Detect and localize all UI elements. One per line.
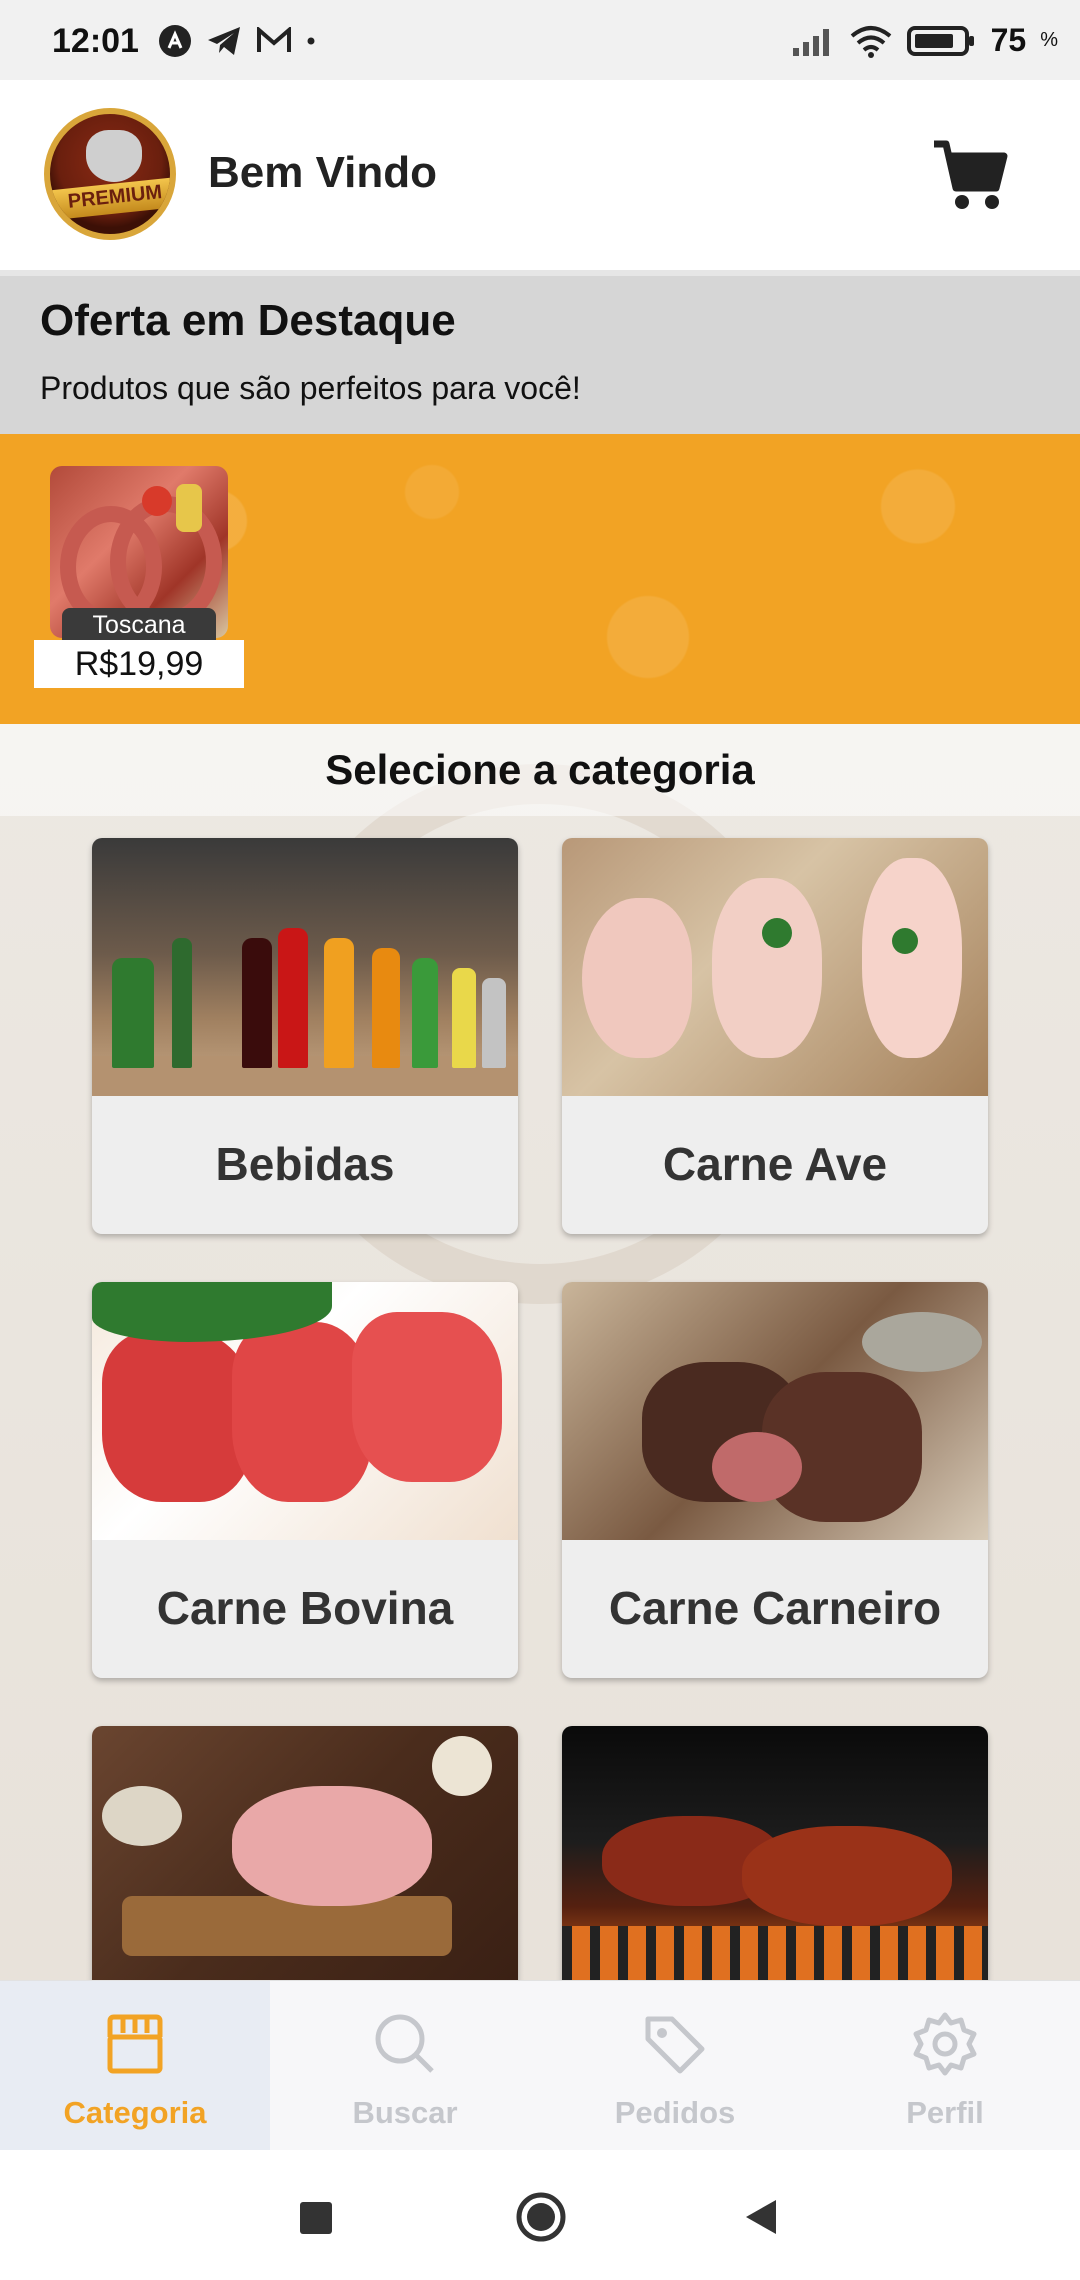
signal-icon [792,28,829,56]
category-image [562,838,988,1096]
telegram-icon [208,27,240,55]
home-button[interactable] [514,2190,568,2244]
battery-icon [906,25,974,56]
category-image [92,1282,518,1540]
dot-icon [307,37,315,45]
category-card-carne-ave[interactable]: Carne Ave [562,838,988,1234]
category-image [562,1726,988,1980]
category-icon [107,2014,163,2074]
recent-apps-button[interactable] [296,2198,336,2238]
nav-item-perfil[interactable]: Perfil [810,1981,1080,2151]
category-heading: Selecione a categoria [0,724,1080,816]
notification-icons [158,24,316,58]
category-card-carne-carneiro[interactable]: Carne Carneiro [562,1282,988,1678]
category-image [562,1282,988,1540]
battery-level: 75 [990,22,1027,58]
cart-icon [934,140,1008,209]
bull-icon [86,130,142,182]
cart-button[interactable] [930,134,1010,214]
category-card-bebidas[interactable]: Bebidas [92,838,518,1234]
nav-label: Perfil [906,2095,984,2130]
app-notification-icon [159,25,191,57]
category-label: Bebidas [215,1138,395,1190]
status-bar: 12:01 75 % [0,0,1080,80]
tag-icon [645,2016,705,2074]
nav-label: Buscar [352,2095,458,2130]
nav-label: Pedidos [614,2095,736,2130]
category-card-6[interactable] [562,1726,988,1980]
status-right: 75 % [791,22,1058,59]
battery-unit: % [1040,29,1058,51]
category-section: Selecione a categoria Bebidas Carne Ave … [0,724,1080,1980]
offer-product-price: R$19,99 [34,640,244,688]
welcome-title: Bem Vindo [208,148,438,197]
category-card-carne-bovina[interactable]: Carne Bovina [92,1282,518,1678]
search-icon [375,2014,434,2073]
category-image [92,1726,518,1980]
bottom-navigation: Categoria Buscar Pedidos Perfil [0,1980,1080,2151]
featured-subtitle: Produtos que são perfeitos para você! [40,370,581,406]
category-card-5[interactable] [92,1726,518,1980]
system-navigation-bar [0,2150,1080,2280]
nav-label: Categoria [63,2095,207,2130]
back-button[interactable] [740,2196,780,2238]
nav-item-buscar[interactable]: Buscar [270,1981,540,2151]
category-label: Carne Bovina [156,1582,454,1634]
offer-product-name: Toscana [62,608,216,642]
category-label: Carne Ave [662,1138,888,1190]
category-image [92,838,518,1096]
featured-title: Oferta em Destaque [40,296,456,345]
gear-icon [913,2012,977,2076]
nav-item-pedidos[interactable]: Pedidos [540,1981,810,2151]
category-label: Carne Carneiro [608,1582,942,1634]
nav-item-categoria[interactable]: Categoria [0,1981,270,2151]
offer-carousel: Toscana R$19,99 [0,434,1080,724]
mail-icon [257,27,291,52]
status-time: 12:01 [52,22,139,60]
featured-section: Oferta em Destaque Produtos que são perf… [0,276,1080,434]
wifi-icon [850,25,891,58]
brand-logo: PREMIUM [44,108,176,240]
app-header: PREMIUM Bem Vindo [0,80,1080,276]
